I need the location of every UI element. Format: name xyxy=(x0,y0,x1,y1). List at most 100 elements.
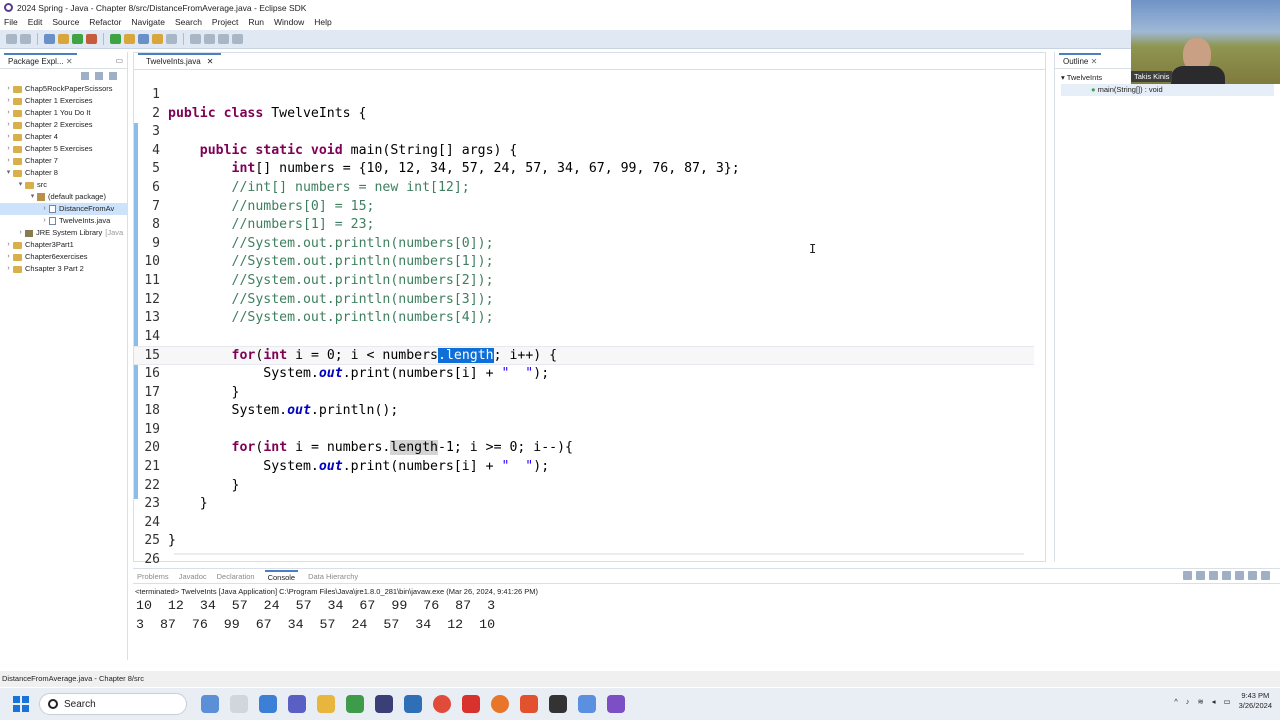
zoom-icon[interactable] xyxy=(462,695,480,713)
code-line[interactable]: 7 //numbers[0] = 15; xyxy=(134,198,1034,217)
code-line[interactable]: 23 } xyxy=(134,495,1034,514)
collapsed-chevron-icon[interactable]: › xyxy=(4,263,13,275)
code-line[interactable]: 6 //int[] numbers = new int[12]; xyxy=(134,179,1034,198)
brave-icon[interactable] xyxy=(520,695,538,713)
tab-data-hierarchy[interactable]: Data Hierarchy xyxy=(308,572,358,581)
new-icon[interactable] xyxy=(6,34,17,44)
tab-outline[interactable]: Outline ✕ xyxy=(1059,52,1102,68)
editor-tab[interactable]: TwelveInts.java ✕ xyxy=(138,53,222,69)
code-line[interactable]: 8 //numbers[1] = 23; xyxy=(134,216,1034,235)
tab-package-explorer[interactable]: Package Expl... ✕ xyxy=(4,52,77,68)
collapse-all-icon[interactable] xyxy=(81,72,89,80)
security-icon[interactable] xyxy=(404,695,422,713)
horizontal-scrollbar[interactable] xyxy=(174,553,1024,555)
minimize-icon[interactable]: ▭ xyxy=(115,56,123,65)
settings-icon[interactable] xyxy=(578,695,596,713)
close-icon[interactable]: ✕ xyxy=(1091,57,1098,66)
cloud-icon[interactable] xyxy=(259,695,277,713)
tree-item[interactable]: › Chapter 1 Exercises xyxy=(0,95,127,107)
expanded-chevron-icon[interactable]: ▾ xyxy=(16,179,25,191)
chevron-up-icon[interactable]: ^ xyxy=(1174,697,1178,706)
tab-javadoc[interactable]: Javadoc xyxy=(179,572,207,581)
terminate-icon[interactable] xyxy=(1183,571,1192,580)
new-class-icon[interactable] xyxy=(138,34,149,44)
menu-item-run[interactable]: Run xyxy=(248,17,264,27)
menu-item-project[interactable]: Project xyxy=(212,17,238,27)
collapsed-chevron-icon[interactable]: › xyxy=(16,227,25,239)
code-line[interactable]: 12 //System.out.println(numbers[3]); xyxy=(134,291,1034,310)
skip-breakpoints-icon[interactable] xyxy=(58,34,69,44)
debug-icon[interactable] xyxy=(44,34,55,44)
coverage-icon[interactable] xyxy=(86,34,97,44)
collapsed-chevron-icon[interactable]: › xyxy=(4,155,13,167)
code-line[interactable]: 15 for(int i = 0; i < numbers.length; i+… xyxy=(134,346,1034,365)
open-console-icon[interactable] xyxy=(1248,571,1257,580)
menu-item-edit[interactable]: Edit xyxy=(28,17,43,27)
obs-icon[interactable] xyxy=(549,695,567,713)
tab-problems[interactable]: Problems xyxy=(137,572,169,581)
teams-icon[interactable] xyxy=(288,695,306,713)
collapsed-chevron-icon[interactable]: › xyxy=(40,215,49,227)
firefox-icon[interactable] xyxy=(491,695,509,713)
file-explorer-icon[interactable] xyxy=(317,695,335,713)
new-package-icon[interactable] xyxy=(124,34,135,44)
open-type-icon[interactable] xyxy=(152,34,163,44)
tab-console[interactable]: Console xyxy=(264,569,299,583)
code-line[interactable]: 1 xyxy=(134,86,1034,105)
save-icon[interactable] xyxy=(20,34,31,44)
collapsed-chevron-icon[interactable]: › xyxy=(4,83,13,95)
collapsed-chevron-icon[interactable]: › xyxy=(40,203,49,215)
battery-icon[interactable]: ▭ xyxy=(1224,697,1231,706)
code-line[interactable]: 2 public class TwelveInts { xyxy=(134,105,1034,124)
run-icon[interactable] xyxy=(72,34,83,44)
visual-studio-icon[interactable] xyxy=(607,695,625,713)
tree-item[interactable]: › DistanceFromAv xyxy=(0,203,127,215)
menu-item-help[interactable]: Help xyxy=(314,17,331,27)
pin-console-icon[interactable] xyxy=(1235,571,1244,580)
tree-item[interactable]: › Chapter 2 Exercises xyxy=(0,119,127,131)
tree-item[interactable]: ▾ (default package) xyxy=(0,191,127,203)
link-editor-icon[interactable] xyxy=(95,72,103,80)
tree-item[interactable]: › Chapter 4 xyxy=(0,131,127,143)
code-line[interactable]: 13 //System.out.println(numbers[4]); xyxy=(134,309,1034,328)
code-line[interactable]: 21 System.out.print(numbers[i] + " "); xyxy=(134,458,1034,477)
code-line[interactable]: 24 xyxy=(134,514,1034,533)
tree-item[interactable]: › Chsapter 3 Part 2 xyxy=(0,263,127,275)
code-line[interactable]: 17 } xyxy=(134,384,1034,403)
expanded-chevron-icon[interactable]: ▾ xyxy=(28,191,37,203)
menu-item-window[interactable]: Window xyxy=(274,17,304,27)
clear-console-icon[interactable] xyxy=(1209,571,1218,580)
collapsed-chevron-icon[interactable]: › xyxy=(4,143,13,155)
chrome-icon[interactable] xyxy=(433,695,451,713)
code-line[interactable]: 4 public static void main(String[] args)… xyxy=(134,142,1034,161)
menu-item-navigate[interactable]: Navigate xyxy=(131,17,165,27)
notepad-icon[interactable] xyxy=(346,695,364,713)
back-icon[interactable] xyxy=(218,34,229,44)
wifi-icon[interactable]: ≋ xyxy=(1197,697,1203,706)
windows-start-icon[interactable] xyxy=(13,696,29,712)
collapsed-chevron-icon[interactable]: › xyxy=(4,95,13,107)
code-line[interactable]: 22 } xyxy=(134,477,1034,496)
mic-icon[interactable]: ♪ xyxy=(1186,697,1190,706)
taskbar-search[interactable]: Search xyxy=(39,693,187,715)
next-annotation-icon[interactable] xyxy=(190,34,201,44)
collapsed-chevron-icon[interactable]: › xyxy=(4,239,13,251)
collapsed-chevron-icon[interactable]: › xyxy=(4,107,13,119)
code-line[interactable]: 14 xyxy=(134,328,1034,347)
tree-item[interactable]: › Chapter3Part1 xyxy=(0,239,127,251)
collapsed-chevron-icon[interactable]: › xyxy=(4,119,13,131)
code-line[interactable]: 9 //System.out.println(numbers[0]); xyxy=(134,235,1034,254)
tree-item[interactable]: › JRE System Library [Java xyxy=(0,227,127,239)
code-line[interactable]: 11 //System.out.println(numbers[2]); xyxy=(134,272,1034,291)
expanded-chevron-icon[interactable]: ▾ xyxy=(4,167,13,179)
remove-launch-icon[interactable] xyxy=(1196,571,1205,580)
clock[interactable]: 9:43 PM 3/26/2024 xyxy=(1239,691,1272,711)
menu-item-refactor[interactable]: Refactor xyxy=(89,17,121,27)
tree-item[interactable]: › Chapter 5 Exercises xyxy=(0,143,127,155)
code-line[interactable]: 3 xyxy=(134,123,1034,142)
collapsed-chevron-icon[interactable]: › xyxy=(4,251,13,263)
menu-item-source[interactable]: Source xyxy=(52,17,79,27)
eclipse-taskbar-icon[interactable] xyxy=(375,695,393,713)
task-view-icon[interactable] xyxy=(230,695,248,713)
close-icon[interactable]: ✕ xyxy=(66,57,73,66)
